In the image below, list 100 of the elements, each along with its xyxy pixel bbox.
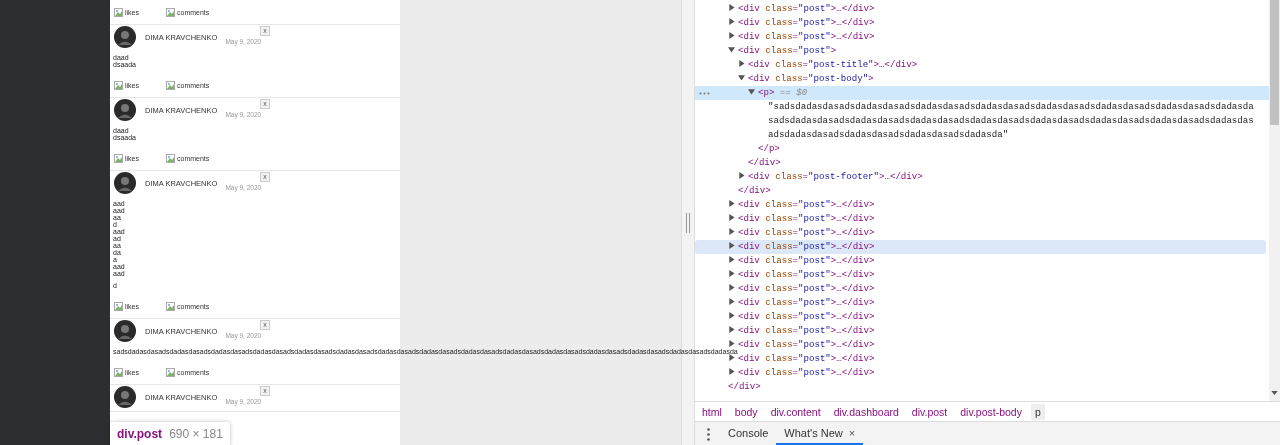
breadcrumb-item[interactable]: p (1030, 403, 1045, 420)
tag-text: <div (738, 213, 760, 224)
tag-text: <div (748, 59, 770, 70)
dom-node-row[interactable]: <div class="post">…</div> (695, 282, 1266, 296)
drawer-tab[interactable]: What's New × (776, 422, 864, 445)
attribute-value: "post" (798, 227, 831, 238)
breadcrumb-item[interactable]: html (698, 403, 726, 420)
tag-text: = (802, 171, 809, 182)
dom-node-row[interactable]: <div class="post">…</div> (695, 268, 1266, 282)
dom-node-row[interactable]: <div class="post">…</div> (695, 30, 1266, 44)
attribute-value: "post-footer" (808, 171, 879, 182)
attribute-value: "post" (798, 297, 831, 308)
collapse-triangle-icon[interactable] (728, 46, 735, 53)
breadcrumb-item[interactable]: div.post-body (956, 403, 1026, 420)
avatar-icon (114, 99, 136, 121)
attribute-value: "post" (798, 311, 831, 322)
attribute-value: "post" (798, 199, 831, 210)
attribute-value: "post" (798, 45, 831, 56)
drawer-tab[interactable]: Console (720, 422, 777, 445)
tag-text: <div (738, 297, 760, 308)
attribute-name: class (774, 73, 803, 84)
dom-node-row[interactable]: <div class="post">…</div> (695, 240, 1266, 254)
broken-image-icon (166, 80, 175, 90)
dom-node-row[interactable]: <div class="post">…</div> (695, 296, 1266, 310)
tag-text: = (792, 199, 799, 210)
dom-node-row[interactable]: <div class="post">…</div> (695, 212, 1266, 226)
attribute-value: "post" (798, 353, 831, 364)
dom-node-row[interactable]: <div class="post">…</div> (695, 226, 1266, 240)
more-icon[interactable] (699, 92, 710, 95)
attribute-name: class (764, 339, 793, 350)
dom-node-row[interactable]: <div class="post">…</div> (695, 254, 1266, 268)
text-node-label: "sadsdadasdasadsdadasdasadsdadasdasadsdadasdasadsdadasdasadsdadasdasadsdadasdasadsdadasdasadsdadasdasadsdadasdasadsdadasdasadsdadasdasadsdadasdasadsdadasdasadsdadasdasadsdadasdasadsdadasdasadsdadasdasadsdadasdasadsdadasda" (768, 100, 1254, 142)
tag-text: = (792, 297, 799, 308)
tag-text: = (792, 241, 799, 252)
tooltip-selector: div.post (117, 427, 163, 441)
dom-node-row[interactable]: <div class="post">…</div> (695, 324, 1266, 338)
attribute-value: "post" (798, 283, 831, 294)
scrollbar-thumb[interactable] (1270, 0, 1279, 125)
attribute-name: class (774, 59, 803, 70)
dom-node-row[interactable]: <div class="post">…</div> (695, 198, 1266, 212)
tab-label: Console (728, 426, 769, 439)
tag-text: <div (738, 3, 760, 14)
breadcrumb-item[interactable]: div.post (907, 403, 952, 420)
tag-text: = (792, 17, 799, 28)
tag-text: >…</div> (830, 311, 875, 322)
tag-text: >…</div> (830, 213, 875, 224)
tag-text: <div (738, 227, 760, 238)
tag-text: <div (738, 325, 760, 336)
attribute-value: "post" (798, 31, 831, 42)
attribute-name: class (764, 45, 793, 56)
attribute-name: class (764, 367, 793, 378)
dom-node-row[interactable]: <div class="post">…</div> (695, 2, 1266, 16)
attribute-name: class (764, 325, 793, 336)
attribute-value: "post-title" (808, 59, 874, 70)
dom-node-row[interactable]: <div class="post">…</div> (695, 310, 1266, 324)
expand-triangle-icon[interactable] (738, 172, 745, 179)
dom-node-row[interactable]: <div class="post-footer">…</div> (695, 170, 1266, 184)
attribute-value: "post" (798, 241, 831, 252)
tag-text: <div (738, 241, 760, 252)
tag-text: </div> (728, 381, 761, 392)
tag-text: >…</div> (830, 297, 875, 308)
dom-node-row[interactable]: <p> == $0 (695, 86, 1269, 100)
broken-image-icon (114, 153, 123, 163)
attribute-name: class (764, 269, 793, 280)
dom-node-row[interactable]: <div class="post"> (695, 44, 1266, 58)
scroll-down-icon[interactable] (1271, 391, 1278, 395)
attribute-value: "post" (798, 367, 831, 378)
breadcrumb-item[interactable]: div.content (766, 403, 825, 420)
tag-text: <p> (758, 87, 775, 98)
attribute-name: class (764, 255, 793, 266)
broken-image-icon (114, 80, 123, 90)
dom-node-row[interactable]: <div class="post-body"> (695, 72, 1266, 86)
tag-text: = (792, 45, 799, 56)
attribute-name: class (764, 353, 793, 364)
node-reference: == $0 (778, 87, 808, 98)
tag-text: >…</div> (830, 199, 875, 210)
attribute-name: class (764, 17, 793, 28)
tag-text: = (792, 31, 799, 42)
attribute-name: class (764, 297, 793, 308)
attribute-value: "post" (798, 213, 831, 224)
breadcrumb-item[interactable]: body (730, 403, 762, 420)
dom-node-row[interactable]: <div class="post">…</div> (695, 16, 1266, 30)
close-icon[interactable]: × (848, 426, 856, 439)
tag-text: <div (748, 73, 770, 84)
tag-text: = (792, 311, 799, 322)
menu-icon[interactable] (707, 428, 710, 441)
tag-text: <div (738, 353, 760, 364)
breadcrumb-item[interactable]: div.dashboard (829, 403, 903, 420)
broken-image-icon (166, 301, 175, 311)
tag-text: >…</div> (830, 255, 875, 266)
dom-node-row[interactable]: <div class="post-title">…</div> (695, 58, 1266, 72)
tag-text: = (792, 367, 799, 378)
dom-node-row[interactable]: <div class="post">…</div> (695, 366, 1266, 380)
tag-text: >…</div> (830, 283, 875, 294)
tag-text: <div (738, 269, 760, 280)
tag-text: </div> (748, 157, 781, 168)
expand-triangle-icon[interactable] (738, 60, 745, 67)
attribute-name: class (774, 171, 803, 182)
tag-text: = (792, 283, 799, 294)
tag-text: <div (738, 31, 760, 42)
